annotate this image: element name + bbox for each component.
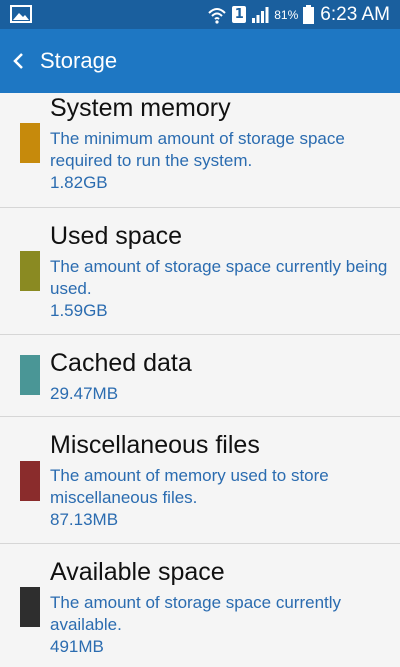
item-title: Available space bbox=[50, 558, 225, 586]
status-bar: 1 81% 6:23 AM bbox=[0, 0, 400, 29]
color-swatch bbox=[20, 355, 40, 395]
color-swatch bbox=[20, 251, 40, 291]
item-title: Used space bbox=[50, 222, 183, 250]
image-notification-icon bbox=[10, 5, 32, 23]
item-description: The minimum amount of storage space requ… bbox=[50, 129, 345, 170]
item-size: 1.59GB bbox=[50, 301, 108, 320]
list-item-cached-data[interactable]: Cached data 29.47MB bbox=[0, 335, 400, 417]
item-size: 1.82GB bbox=[50, 173, 108, 192]
list-item-available-space[interactable]: Available space The amount of storage sp… bbox=[0, 544, 400, 664]
sim-icon: 1 bbox=[232, 6, 247, 23]
item-size: 491MB bbox=[50, 637, 104, 656]
item-size: 87.13MB bbox=[50, 510, 119, 529]
list-item-miscellaneous-files[interactable]: Miscellaneous files The amount of memory… bbox=[0, 417, 400, 544]
clock: 6:23 AM bbox=[320, 3, 390, 25]
item-description: The amount of storage space currently av… bbox=[50, 593, 342, 634]
item-description: The amount of memory used to store misce… bbox=[50, 466, 329, 507]
signal-icon bbox=[252, 6, 269, 23]
item-description: The amount of storage space currently be… bbox=[50, 257, 388, 298]
status-icons: 1 81% 6:23 AM bbox=[202, 0, 390, 29]
app-bar: Storage bbox=[0, 29, 400, 93]
storage-list: System memory The minimum amount of stor… bbox=[0, 93, 400, 664]
battery-icon bbox=[303, 5, 315, 24]
item-title: Cached data bbox=[50, 349, 192, 377]
list-item-used-space[interactable]: Used space The amount of storage space c… bbox=[0, 208, 400, 335]
battery-percent: 81% bbox=[274, 7, 299, 22]
page-title[interactable]: Storage bbox=[40, 29, 117, 93]
back-chevron-icon[interactable] bbox=[12, 53, 24, 69]
color-swatch bbox=[20, 587, 40, 627]
list-item-system-memory[interactable]: System memory The minimum amount of stor… bbox=[0, 93, 400, 208]
item-title: System memory bbox=[50, 94, 231, 122]
color-swatch bbox=[20, 461, 40, 501]
wifi-icon bbox=[208, 7, 226, 24]
item-title: Miscellaneous files bbox=[50, 431, 260, 459]
color-swatch bbox=[20, 123, 40, 163]
item-size: 29.47MB bbox=[50, 384, 119, 403]
